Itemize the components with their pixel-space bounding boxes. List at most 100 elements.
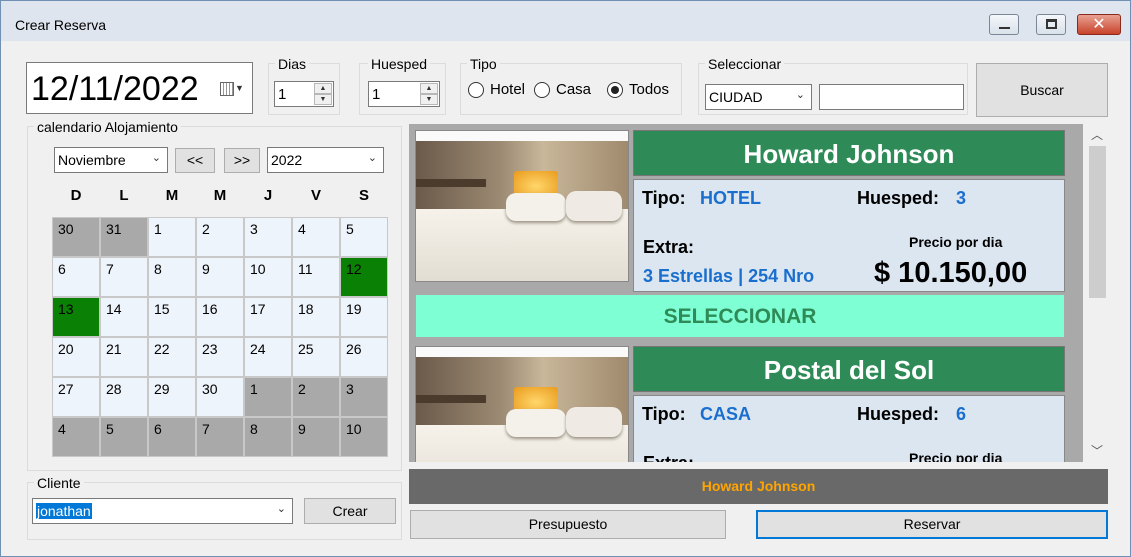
maximize-icon bbox=[1046, 19, 1057, 29]
radio-hotel-label: Hotel bbox=[490, 81, 526, 98]
huesped-field-label: Huesped: bbox=[857, 404, 940, 424]
ciudad-select[interactable]: CIUDAD ⌄ bbox=[705, 84, 812, 110]
date-value: 12/11/2022 bbox=[31, 70, 199, 108]
presupuesto-button[interactable]: Presupuesto bbox=[410, 510, 726, 539]
calendar-day[interactable]: 7 bbox=[196, 417, 244, 457]
calendar-day[interactable]: 30 bbox=[196, 377, 244, 417]
huesped-count: 3 bbox=[956, 188, 967, 208]
precio-value: $ 10.150,00 bbox=[874, 257, 1028, 289]
year-select[interactable]: 2022 ⌄ bbox=[267, 147, 384, 173]
scroll-down-icon[interactable]: ﹀ bbox=[1091, 442, 1103, 459]
calendar-day[interactable]: 25 bbox=[292, 337, 340, 377]
minimize-button[interactable] bbox=[989, 14, 1019, 35]
dias-group: Dias 1 ▲ ▼ bbox=[268, 56, 340, 115]
huesped-up-icon[interactable]: ▲ bbox=[420, 83, 438, 94]
form-body: 12/11/2022 ▼ Dias 1 ▲ ▼ Huesped 1 ▲ ▼ Ti… bbox=[8, 42, 1125, 551]
calendar-day[interactable]: 8 bbox=[244, 417, 292, 457]
date-picker[interactable]: 12/11/2022 ▼ bbox=[26, 62, 253, 114]
calendar-day[interactable]: 26 bbox=[340, 337, 388, 377]
dias-up-icon[interactable]: ▲ bbox=[314, 83, 332, 94]
huesped-stepper[interactable]: 1 ▲ ▼ bbox=[368, 81, 440, 107]
next-month-button[interactable]: >> bbox=[224, 148, 260, 173]
weekday-label: S bbox=[358, 187, 369, 204]
calendar-day[interactable]: 8 bbox=[148, 257, 196, 297]
scroll-up-icon[interactable]: ︿ bbox=[1091, 126, 1103, 143]
calendar-day[interactable]: 27 bbox=[52, 377, 100, 417]
calendar-day[interactable]: 15 bbox=[148, 297, 196, 337]
chevron-down-icon: ⌄ bbox=[795, 89, 805, 101]
calendar-day[interactable]: 24 bbox=[244, 337, 292, 377]
radio-todos-circle[interactable] bbox=[607, 81, 623, 98]
calendar-day[interactable]: 22 bbox=[148, 337, 196, 377]
huesped-down-icon[interactable]: ▼ bbox=[420, 94, 438, 105]
calendar-day[interactable]: 17 bbox=[244, 297, 292, 337]
calendar-day[interactable]: 2 bbox=[196, 217, 244, 257]
calendar-day[interactable]: 2 bbox=[292, 377, 340, 417]
cliente-select[interactable]: jonathan ⌄ bbox=[32, 498, 293, 524]
tipo-field-label: Tipo: bbox=[642, 188, 686, 208]
scroll-thumb[interactable] bbox=[1089, 146, 1106, 298]
calendar-day[interactable]: 7 bbox=[100, 257, 148, 297]
prev-month-button[interactable]: << bbox=[175, 148, 215, 173]
listing-name: Howard Johnson bbox=[633, 130, 1065, 176]
crear-button[interactable]: Crear bbox=[304, 498, 396, 524]
calendar-day[interactable]: 9 bbox=[196, 257, 244, 297]
calendar-day[interactable]: 4 bbox=[52, 417, 100, 457]
calendar-day[interactable]: 30 bbox=[52, 217, 100, 257]
tipo-value: CASA bbox=[700, 404, 752, 424]
calendar-day[interactable]: 1 bbox=[244, 377, 292, 417]
huesped-group: Huesped 1 ▲ ▼ bbox=[359, 56, 446, 115]
weekday-label: V bbox=[310, 187, 321, 204]
tipo-label: Tipo bbox=[467, 56, 500, 72]
radio-casa-label: Casa bbox=[556, 81, 592, 98]
minimize-icon bbox=[999, 27, 1010, 29]
calendar-day[interactable]: 3 bbox=[244, 217, 292, 257]
calendar-day[interactable]: 6 bbox=[52, 257, 100, 297]
calendar-day[interactable]: 16 bbox=[196, 297, 244, 337]
radio-todos[interactable]: Todos bbox=[607, 81, 669, 98]
calendar-day[interactable]: 5 bbox=[100, 417, 148, 457]
extra-label: Extra: bbox=[643, 453, 694, 462]
calendar-day[interactable]: 6 bbox=[148, 417, 196, 457]
listings-scrollbar[interactable]: ︿ ﹀ bbox=[1083, 124, 1111, 462]
calendar-day[interactable]: 28 bbox=[100, 377, 148, 417]
calendar-day[interactable]: 12 bbox=[340, 257, 388, 297]
radio-hotel-circle[interactable] bbox=[468, 81, 484, 98]
buscar-button[interactable]: Buscar bbox=[976, 63, 1108, 117]
calendar-day[interactable]: 23 bbox=[196, 337, 244, 377]
calendar-day[interactable]: 9 bbox=[292, 417, 340, 457]
calendar-day[interactable]: 4 bbox=[292, 217, 340, 257]
radio-casa-circle[interactable] bbox=[534, 81, 550, 98]
radio-casa[interactable]: Casa bbox=[534, 81, 591, 98]
extra-label: Extra: bbox=[643, 237, 695, 257]
month-select[interactable]: Noviembre ⌄ bbox=[54, 147, 168, 173]
calendar-day[interactable]: 10 bbox=[340, 417, 388, 457]
calendar-day[interactable]: 31 bbox=[100, 217, 148, 257]
radio-hotel[interactable]: Hotel bbox=[468, 81, 525, 98]
reservar-button[interactable]: Reservar bbox=[756, 510, 1108, 539]
calendar-day[interactable]: 29 bbox=[148, 377, 196, 417]
selected-listing-bar: Howard Johnson bbox=[409, 469, 1108, 504]
calendar-day[interactable]: 19 bbox=[340, 297, 388, 337]
calendar-day[interactable]: 11 bbox=[292, 257, 340, 297]
window-title: Crear Reserva bbox=[15, 17, 107, 33]
calendar-day[interactable]: 3 bbox=[340, 377, 388, 417]
month-value: Noviembre bbox=[58, 152, 126, 168]
close-button[interactable]: ✕ bbox=[1077, 14, 1121, 35]
dias-stepper[interactable]: 1 ▲ ▼ bbox=[274, 81, 334, 107]
search-input[interactable] bbox=[819, 84, 964, 110]
calendar-day[interactable]: 5 bbox=[340, 217, 388, 257]
calendar-day[interactable]: 13 bbox=[52, 297, 100, 337]
calendar-day[interactable]: 21 bbox=[100, 337, 148, 377]
calendar-day[interactable]: 20 bbox=[52, 337, 100, 377]
listing-name: Postal del Sol bbox=[633, 346, 1065, 392]
dias-down-icon[interactable]: ▼ bbox=[314, 94, 332, 105]
calendar-day[interactable]: 14 bbox=[100, 297, 148, 337]
calendar-day[interactable]: 1 bbox=[148, 217, 196, 257]
maximize-button[interactable] bbox=[1036, 14, 1066, 35]
seleccionar-button[interactable]: SELECCIONAR bbox=[415, 294, 1065, 338]
huesped-count: 6 bbox=[956, 404, 967, 424]
calendar-day[interactable]: 10 bbox=[244, 257, 292, 297]
calendar-day[interactable]: 18 bbox=[292, 297, 340, 337]
huesped-label: Huesped bbox=[368, 56, 431, 72]
